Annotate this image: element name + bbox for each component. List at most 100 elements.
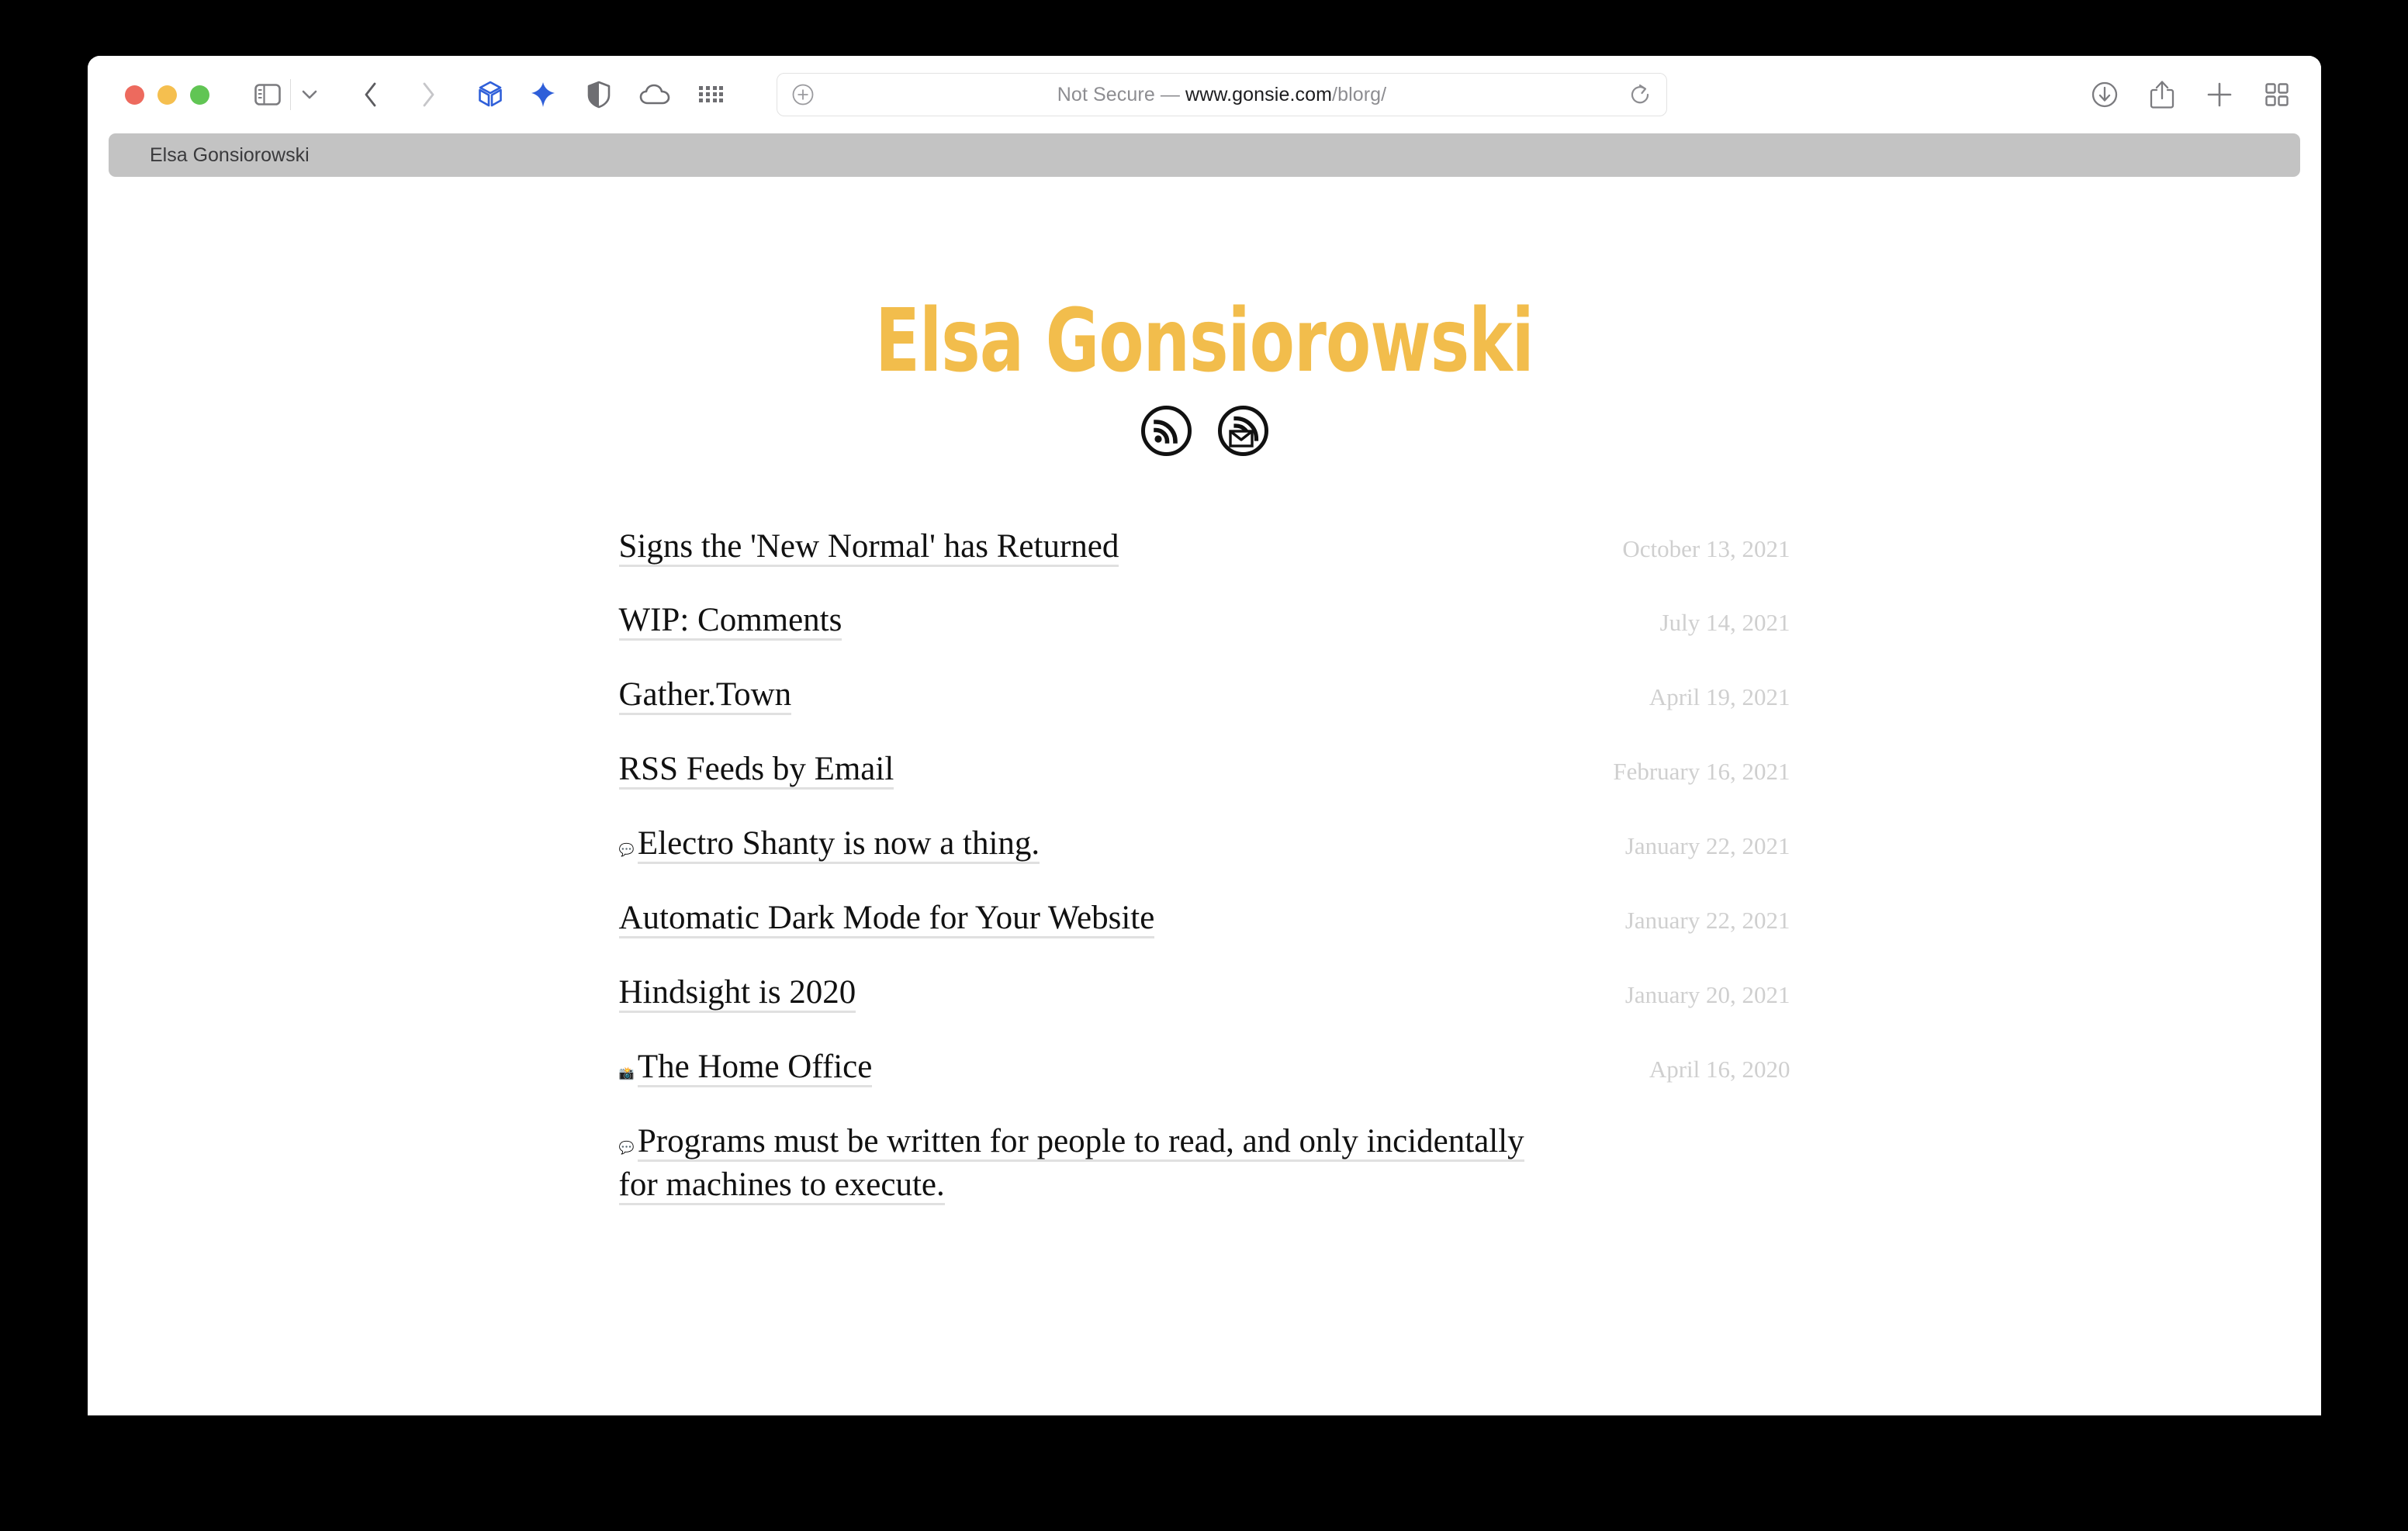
forward-button[interactable] <box>407 74 449 116</box>
rss-email-icon[interactable] <box>1217 405 1269 457</box>
sidebar-toggle-button[interactable] <box>247 74 289 116</box>
post-link[interactable]: Hindsight is 2020 <box>618 973 856 1013</box>
url-path: /blorg/ <box>1332 83 1387 105</box>
camera-flash-icon: 📸 <box>618 1066 635 1080</box>
page-zoom-button[interactable] <box>790 81 816 108</box>
downloads-button[interactable] <box>2084 74 2126 116</box>
tab-overview-button[interactable] <box>2256 74 2298 116</box>
post-link[interactable]: Gather.Town <box>618 676 792 716</box>
share-icon <box>2150 81 2174 109</box>
apps-grid-button[interactable] <box>690 74 732 116</box>
post-title-wrap: 💬 Electro Shanty is now a thing. <box>619 822 1558 866</box>
speech-balloon-icon: 💬 <box>618 844 635 858</box>
zoom-plus-circle-icon <box>792 84 814 105</box>
post-title-text: Hindsight is 2020 <box>618 973 856 1011</box>
list-item: Automatic Dark Mode for Your Website Jan… <box>618 897 1790 940</box>
rss-icon[interactable] <box>1140 405 1192 457</box>
url-domain: www.gonsie.com <box>1185 83 1333 105</box>
rss-email-glyph <box>1217 405 1268 456</box>
post-title-wrap: 📸 The Home Office <box>619 1045 1558 1089</box>
new-tab-button[interactable] <box>2199 74 2240 116</box>
close-window-button[interactable] <box>125 85 144 105</box>
tab-title: Elsa Gonsiorowski <box>150 143 310 166</box>
post-date: January 22, 2021 <box>1624 907 1790 935</box>
extension-cube-button[interactable] <box>469 74 511 116</box>
post-link[interactable]: The Home Office <box>637 1048 873 1087</box>
post-link[interactable]: Automatic Dark Mode for Your Website <box>618 900 1155 939</box>
share-button[interactable] <box>2141 74 2183 116</box>
post-title-text: RSS Feeds by Email <box>618 751 894 788</box>
post-date: January 20, 2021 <box>1624 980 1790 1008</box>
post-title-wrap: 💬 Programs must be written for people to… <box>618 1120 1558 1207</box>
chevron-left-icon <box>365 82 376 107</box>
shield-icon <box>587 81 611 109</box>
post-date: October 13, 2021 <box>1622 534 1790 562</box>
window-controls <box>125 85 209 105</box>
download-circle-icon <box>2091 81 2118 108</box>
chevron-down-icon <box>302 90 317 99</box>
social-links <box>88 405 2321 457</box>
post-title-text: Electro Shanty is now a thing. <box>637 825 1040 862</box>
back-button[interactable] <box>350 74 392 116</box>
reload-icon <box>1631 84 1649 104</box>
post-link[interactable]: WIP: Comments <box>618 602 842 641</box>
post-link[interactable]: Signs the 'New Normal' has Returned <box>618 527 1119 567</box>
speech-balloon-icon: 💬 <box>618 1141 635 1155</box>
maximize-window-button[interactable] <box>190 85 209 105</box>
post-date: February 16, 2021 <box>1613 758 1790 786</box>
browser-window: Not Secure — www.gonsie.com/blorg/ Elsa … <box>88 56 2321 1415</box>
reload-button[interactable] <box>1628 81 1654 108</box>
address-bar[interactable]: Not Secure — www.gonsie.com/blorg/ <box>777 73 1667 116</box>
tab-strip: Elsa Gonsiorowski <box>109 133 2300 177</box>
sidebar-dropdown-button[interactable] <box>292 74 327 116</box>
minimize-window-button[interactable] <box>157 85 177 105</box>
chevron-right-icon <box>423 82 434 107</box>
sparkle-icon <box>531 82 555 107</box>
tab-bar: Elsa Gonsiorowski <box>88 133 2321 186</box>
rss-feed-glyph <box>1140 405 1192 456</box>
url-separator: — <box>1154 83 1186 105</box>
post-title-text: Gather.Town <box>618 676 792 714</box>
list-item: 📸 The Home Office April 16, 2020 <box>619 1045 1790 1089</box>
post-title-wrap: WIP: Comments <box>618 599 1558 642</box>
privacy-report-button[interactable] <box>578 74 620 116</box>
tab-overview-icon <box>2265 83 2289 106</box>
post-title-wrap: RSS Feeds by Email <box>618 748 1558 791</box>
post-title-text: The Home Office <box>637 1048 873 1085</box>
post-date: April 19, 2021 <box>1649 683 1790 711</box>
post-title-text: Signs the 'New Normal' has Returned <box>618 527 1119 565</box>
post-date: July 14, 2021 <box>1659 609 1790 637</box>
grid-dots-icon <box>699 86 723 102</box>
page-title: Elsa Gonsiorowski <box>875 291 1534 392</box>
list-item: RSS Feeds by Email February 16, 2021 <box>618 748 1790 791</box>
post-title-text: Programs must be written for people to r… <box>618 1122 1524 1203</box>
post-title-text: Automatic Dark Mode for Your Website <box>618 900 1155 937</box>
list-item: Gather.Town April 19, 2021 <box>618 673 1790 717</box>
list-item: Signs the 'New Normal' has Returned Octo… <box>618 525 1790 569</box>
post-link[interactable]: RSS Feeds by Email <box>618 751 894 790</box>
toolbar-divider <box>290 79 291 110</box>
post-list: Signs the 'New Normal' has Returned Octo… <box>618 525 1790 1207</box>
post-title-text: WIP: Comments <box>618 602 842 639</box>
post-date: April 16, 2020 <box>1649 1055 1790 1083</box>
icloud-button[interactable] <box>634 74 676 116</box>
extension-sparkle-button[interactable] <box>522 74 564 116</box>
post-title-wrap: Gather.Town <box>618 673 1558 717</box>
browser-toolbar: Not Secure — www.gonsie.com/blorg/ <box>88 56 2321 133</box>
list-item: 💬 Electro Shanty is now a thing. January… <box>619 822 1790 866</box>
tab-elsa-gonsiorowski[interactable]: Elsa Gonsiorowski <box>109 133 333 177</box>
list-item: 💬 Programs must be written for people to… <box>618 1120 1790 1207</box>
post-title-wrap: Automatic Dark Mode for Your Website <box>618 897 1558 940</box>
post-date: January 22, 2021 <box>1624 832 1790 860</box>
page-content: Elsa Gonsiorowski Signs the 'New Normal'… <box>88 186 2321 1415</box>
sidebar-icon <box>254 84 281 105</box>
cloud-icon <box>639 84 670 105</box>
list-item: WIP: Comments July 14, 2021 <box>618 599 1790 642</box>
post-title-wrap: Signs the 'New Normal' has Returned <box>618 525 1558 569</box>
plus-icon <box>2207 82 2232 107</box>
security-status: Not Secure <box>1057 83 1155 105</box>
post-link[interactable]: Electro Shanty is now a thing. <box>637 825 1040 865</box>
address-bar-text[interactable]: Not Secure — www.gonsie.com/blorg/ <box>816 84 1628 106</box>
post-link[interactable]: Programs must be written for people to r… <box>618 1122 1524 1205</box>
post-title-wrap: Hindsight is 2020 <box>618 971 1558 1014</box>
